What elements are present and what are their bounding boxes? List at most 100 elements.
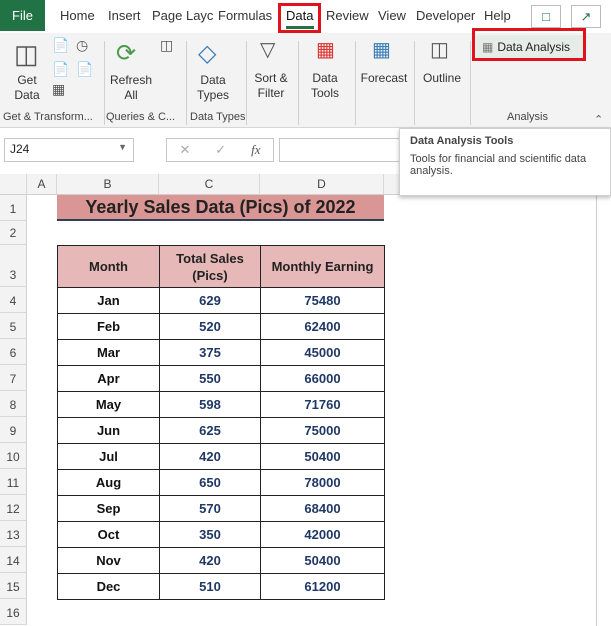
from-text-icon[interactable]: 📄 (52, 37, 69, 54)
table-cell[interactable]: Dec (57, 573, 160, 600)
filter-icon: ▽ (260, 39, 276, 61)
get-data-button[interactable]: Get Data (6, 73, 48, 103)
table-cell[interactable]: 78000 (260, 469, 385, 496)
enter-icon[interactable]: ✓ (215, 142, 226, 158)
row-header-5[interactable]: 5 (0, 313, 27, 339)
table-cell[interactable]: 650 (159, 469, 261, 496)
row-header-9[interactable]: 9 (0, 417, 27, 443)
name-box[interactable]: J24 ▼ (4, 138, 134, 162)
tab-home[interactable]: Home (60, 8, 95, 23)
table-cell[interactable]: 550 (159, 365, 261, 392)
row-header-8[interactable]: 8 (0, 391, 27, 417)
table-cell[interactable]: 50400 (260, 547, 385, 574)
existing-connections-icon[interactable]: 📄 (76, 61, 93, 78)
table-cell[interactable]: 45000 (260, 339, 385, 366)
table-cell[interactable]: Aug (57, 469, 160, 496)
table-cell[interactable]: Oct (57, 521, 160, 548)
queries-connections-icon[interactable]: ◫ (160, 37, 173, 54)
from-table-icon[interactable]: ▦ (52, 81, 65, 98)
table-cell[interactable]: 375 (159, 339, 261, 366)
tab-formulas[interactable]: Formulas (218, 8, 272, 23)
chevron-down-icon[interactable]: ▼ (118, 142, 127, 152)
forecast-button[interactable]: Forecast (358, 71, 410, 86)
row-header-1[interactable]: 1 (0, 195, 27, 221)
group-data-types: Data Types (190, 111, 246, 123)
select-all-corner[interactable] (0, 174, 27, 195)
table-cell[interactable]: Feb (57, 313, 160, 340)
table-cell[interactable]: 75000 (260, 417, 385, 444)
table-cell[interactable]: 66000 (260, 365, 385, 392)
table-cell[interactable]: 61200 (260, 573, 385, 600)
formula-input[interactable] (279, 138, 409, 162)
row-header-4[interactable]: 4 (0, 287, 27, 313)
function-icon[interactable]: fx (251, 142, 260, 158)
table-cell[interactable]: 570 (159, 495, 261, 522)
table-cell[interactable]: 62400 (260, 313, 385, 340)
row-header-15[interactable]: 15 (0, 573, 27, 599)
column-header-B[interactable]: B (57, 174, 159, 195)
table-cell[interactable]: 520 (159, 313, 261, 340)
collapse-ribbon-icon[interactable]: ⌃ (594, 113, 603, 126)
group-divider (414, 41, 415, 125)
row-header-3[interactable]: 3 (0, 245, 27, 287)
refresh-all-button[interactable]: Refresh All (108, 73, 154, 103)
database-icon: ◫ (14, 39, 39, 69)
tab-developer[interactable]: Developer (416, 8, 475, 23)
table-cell[interactable]: May (57, 391, 160, 418)
row-header-11[interactable]: 11 (0, 469, 27, 495)
table-cell[interactable]: Nov (57, 547, 160, 574)
column-header-C[interactable]: C (159, 174, 260, 195)
cancel-icon[interactable]: ✕ (179, 142, 190, 158)
table-cell[interactable]: 625 (159, 417, 261, 444)
table-cell[interactable]: 629 (159, 287, 261, 314)
vertical-scrollbar[interactable] (596, 196, 597, 626)
group-divider (186, 41, 187, 125)
table-cell[interactable]: 510 (159, 573, 261, 600)
table-cell[interactable]: 42000 (260, 521, 385, 548)
tab-page-layout[interactable]: Page Layc (152, 8, 213, 23)
share-icon[interactable]: ↗ (571, 5, 601, 28)
table-cell[interactable]: 350 (159, 521, 261, 548)
sort-filter-button[interactable]: Sort & Filter (250, 71, 292, 101)
table-cell[interactable]: Jul (57, 443, 160, 470)
tab-view[interactable]: View (378, 8, 406, 23)
row-header-10[interactable]: 10 (0, 443, 27, 469)
table-header[interactable]: Monthly Earning (260, 245, 385, 288)
sheet-title[interactable]: Yearly Sales Data (Pics) of 2022 (57, 195, 384, 221)
row-header-16[interactable]: 16 (0, 599, 27, 625)
outline-button[interactable]: Outline (418, 71, 466, 86)
table-cell[interactable]: 420 (159, 443, 261, 470)
row-header-6[interactable]: 6 (0, 339, 27, 365)
table-header[interactable]: Month (57, 245, 160, 288)
recent-sources-icon[interactable]: ◷ (76, 37, 88, 54)
table-cell[interactable]: Mar (57, 339, 160, 366)
row-header-14[interactable]: 14 (0, 547, 27, 573)
table-cell[interactable]: Jan (57, 287, 160, 314)
group-get-transform: Get & Transform... (3, 111, 93, 123)
row-header-2[interactable]: 2 (0, 221, 27, 245)
name-box-value: J24 (10, 142, 30, 156)
table-cell[interactable]: 598 (159, 391, 261, 418)
table-cell[interactable]: 420 (159, 547, 261, 574)
tab-insert[interactable]: Insert (108, 8, 141, 23)
table-cell[interactable]: 75480 (260, 287, 385, 314)
table-cell[interactable]: Jun (57, 417, 160, 444)
column-header-A[interactable]: A (27, 174, 57, 195)
tab-file[interactable]: File (0, 0, 45, 31)
column-header-D[interactable]: D (260, 174, 384, 195)
table-header[interactable]: Total Sales (Pics) (159, 245, 261, 288)
table-cell[interactable]: 68400 (260, 495, 385, 522)
row-header-7[interactable]: 7 (0, 365, 27, 391)
comments-icon[interactable]: □ (531, 5, 561, 28)
row-header-12[interactable]: 12 (0, 495, 27, 521)
table-cell[interactable]: 71760 (260, 391, 385, 418)
row-header-13[interactable]: 13 (0, 521, 27, 547)
tab-help[interactable]: Help (484, 8, 511, 23)
data-types-button[interactable]: Data Types (190, 73, 236, 103)
table-cell[interactable]: Apr (57, 365, 160, 392)
data-tools-button[interactable]: Data Tools (304, 71, 346, 101)
from-web-icon[interactable]: 📄 (52, 61, 69, 78)
table-cell[interactable]: Sep (57, 495, 160, 522)
table-cell[interactable]: 50400 (260, 443, 385, 470)
tab-review[interactable]: Review (326, 8, 369, 23)
